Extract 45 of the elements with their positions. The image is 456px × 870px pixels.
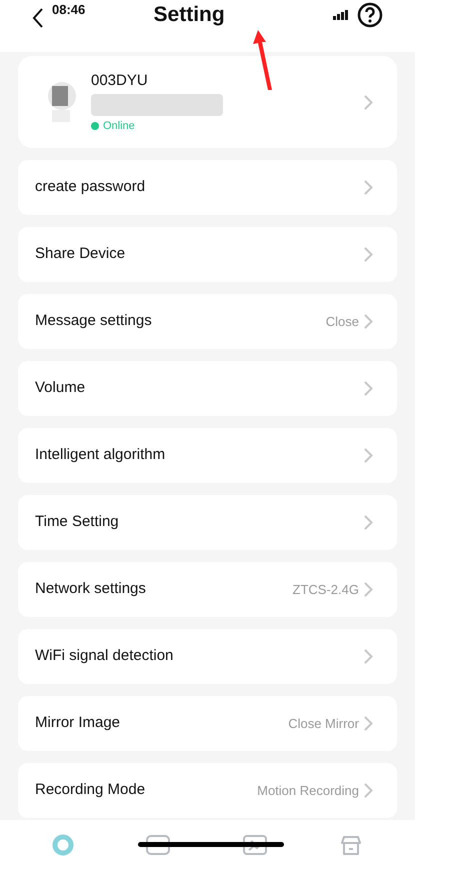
setting-label: Network settings <box>35 579 147 600</box>
chevron-right-icon <box>364 314 373 329</box>
chevron-right-icon <box>364 649 373 664</box>
device-name: 003DYU <box>91 70 149 90</box>
help-icon[interactable] <box>357 2 383 28</box>
settings-row[interactable]: Time Setting <box>18 495 397 550</box>
chevron-right-icon <box>364 180 373 195</box>
setting-label: Message settings <box>35 311 153 332</box>
settings-row[interactable]: create password <box>18 160 397 215</box>
signal-icon <box>333 10 349 20</box>
setting-label: WiFi signal detection <box>35 646 174 666</box>
status-text: Online <box>103 119 135 134</box>
setting-value: Close Mirror <box>288 714 359 733</box>
chevron-right-icon <box>364 783 373 798</box>
setting-label: Mirror Image <box>35 713 122 734</box>
setting-label: Share Device <box>35 244 126 264</box>
chevron-right-icon <box>364 247 373 262</box>
settings-row[interactable]: Share Device <box>18 227 397 282</box>
chevron-right-icon <box>364 582 373 597</box>
setting-label: Recording Mode <box>35 780 146 800</box>
setting-label: Intelligent algorithm <box>35 445 166 466</box>
chevron-right-icon <box>364 381 373 396</box>
settings-row[interactable]: Message settings Close <box>18 294 397 349</box>
chat-icon[interactable] <box>146 835 170 855</box>
chevron-right-icon <box>364 716 373 731</box>
settings-row[interactable]: Volume <box>18 361 397 416</box>
settings-row[interactable]: Intelligent algorithm <box>18 428 397 483</box>
settings-row[interactable]: Recording Mode Motion Recording <box>18 763 397 818</box>
chevron-right-icon <box>364 94 373 110</box>
setting-value: ZTCS-2.4G <box>292 580 359 599</box>
chevron-right-icon <box>364 448 373 463</box>
device-card[interactable]: 003DYU Online <box>18 56 397 148</box>
setting-label: Volume <box>35 378 86 398</box>
chevron-right-icon <box>364 515 373 530</box>
setting-label: Time Setting <box>35 512 120 532</box>
setting-label: create password <box>35 177 146 198</box>
back-icon[interactable] <box>32 7 44 29</box>
status-time: 08:46 <box>52 2 86 16</box>
image-icon[interactable] <box>242 835 267 855</box>
setting-value: Motion Recording <box>257 782 359 800</box>
setting-value: Close <box>326 312 359 331</box>
page-title: Setting <box>154 2 225 28</box>
settings-row[interactable]: Network settings ZTCS-2.4G <box>18 562 397 617</box>
settings-row[interactable]: WiFi signal detection <box>18 629 397 684</box>
settings-row[interactable]: Mirror Image Close Mirror <box>18 696 397 751</box>
